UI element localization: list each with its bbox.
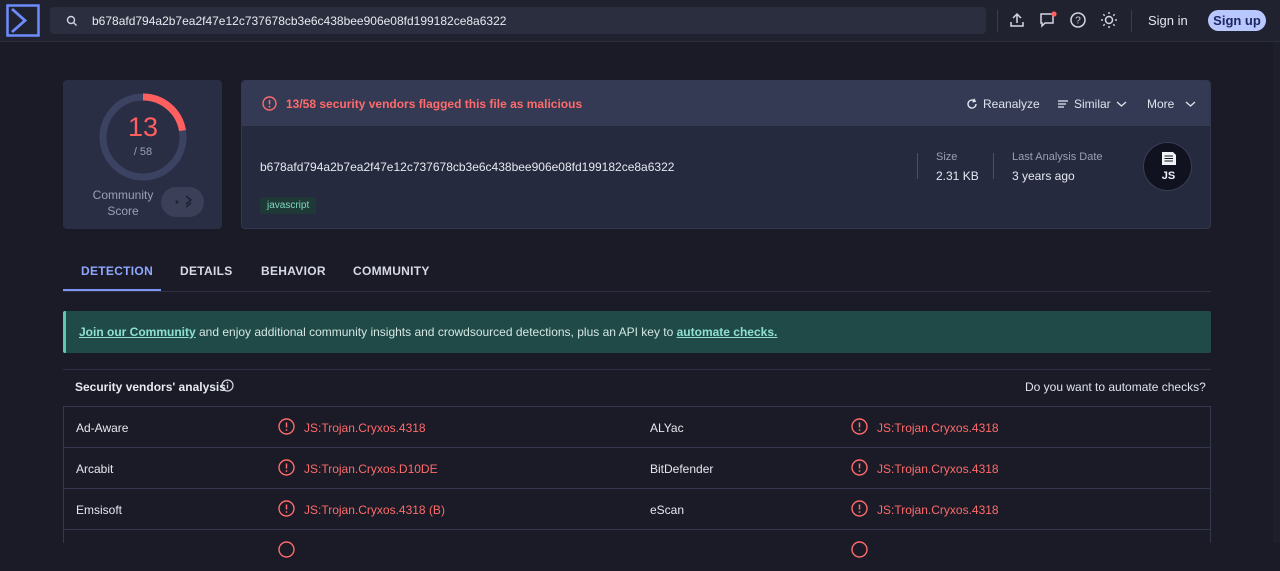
- more-label: More: [1147, 97, 1175, 111]
- js-file-icon: JS: [1143, 142, 1192, 191]
- vendor-name: eScan: [650, 503, 685, 517]
- detection-score-card: 13 / 58 Community Score: [63, 80, 222, 229]
- warning-icon: [851, 418, 868, 435]
- vendor-total: / 58: [133, 146, 153, 158]
- file-summary-card: 13/58 security vendors flagged this file…: [241, 80, 1211, 229]
- warning-icon: [851, 459, 868, 476]
- vendor-name: ALYac: [650, 421, 684, 435]
- upload-icon[interactable]: [1008, 11, 1026, 29]
- table-row: Arcabit JS:Trojan.Cryxos.D10DE BitDefend…: [64, 448, 1210, 489]
- detection-count: 13: [127, 112, 159, 142]
- meta-divider: [993, 153, 994, 179]
- community-banner: Join our Community and enjoy additional …: [63, 311, 1211, 353]
- alert-message: 13/58 security vendors flagged this file…: [286, 97, 583, 111]
- meta-divider: [917, 153, 918, 179]
- vendor-result: JS:Trojan.Cryxos.4318: [877, 503, 999, 517]
- banner-text: Join our Community and enjoy additional …: [79, 325, 777, 339]
- vendor-result: JS:Trojan.Cryxos.4318: [304, 421, 426, 435]
- vendors-section-title: Security vendors' analysis: [75, 380, 226, 394]
- banner-message: and enjoy additional community insights …: [195, 325, 677, 339]
- vendor-name: Emsisoft: [76, 503, 123, 517]
- warning-icon: [278, 500, 295, 517]
- warning-icon: [278, 459, 295, 476]
- theme-icon[interactable]: [1100, 11, 1118, 29]
- warning-icon: [851, 541, 868, 558]
- table-row: Ad-Aware JS:Trojan.Cryxos.4318 ALYac JS:…: [64, 407, 1210, 448]
- page-scrollbar[interactable]: [1273, 42, 1280, 543]
- size-value: 2.31 KB: [936, 169, 979, 183]
- vendor-result: JS:Trojan.Cryxos.4318 (B): [304, 503, 445, 517]
- vendors-table: Ad-Aware JS:Trojan.Cryxos.4318 ALYac JS:…: [63, 406, 1211, 558]
- file-type-badge: JS: [1162, 170, 1175, 182]
- warning-icon: [851, 500, 868, 517]
- size-label: Size: [936, 151, 958, 163]
- file-tag[interactable]: javascript: [260, 197, 317, 214]
- vendor-result: JS:Trojan.Cryxos.4318: [877, 421, 999, 435]
- top-bar: ? Sign in Sign up: [0, 0, 1280, 42]
- similar-dropdown[interactable]: Similar: [1057, 97, 1127, 111]
- toolbar-divider: [1131, 10, 1132, 32]
- similar-icon: [1058, 100, 1068, 108]
- sign-in-link[interactable]: Sign in: [1148, 13, 1188, 28]
- search-input[interactable]: [92, 13, 972, 28]
- reanalyze-button[interactable]: Reanalyze: [966, 97, 1040, 111]
- help-icon[interactable]: ?: [1069, 11, 1087, 29]
- chat-icon[interactable]: [1039, 11, 1057, 29]
- automate-checks-link[interactable]: automate checks.: [677, 325, 778, 339]
- join-community-link[interactable]: Join our Community: [79, 325, 196, 339]
- chevron-down-icon: [1116, 101, 1127, 107]
- vendor-name: BitDefender: [650, 462, 714, 476]
- chevron-down-icon: [1185, 101, 1196, 107]
- file-hash[interactable]: b678afd794a2b7ea2f47e12c737678cb3e6c438b…: [260, 160, 674, 174]
- analysis-date-label: Last Analysis Date: [1012, 151, 1103, 163]
- section-divider: [63, 369, 1211, 370]
- automate-checks-prompt[interactable]: Do you want to automate checks?: [1025, 380, 1206, 394]
- malicious-alert-bar: 13/58 security vendors flagged this file…: [242, 81, 1210, 126]
- alert-icon: [262, 96, 277, 111]
- search-icon: [66, 15, 77, 26]
- sign-up-button[interactable]: Sign up: [1208, 10, 1266, 31]
- analysis-date-value: 3 years ago: [1012, 169, 1075, 183]
- table-row: [64, 530, 1210, 571]
- vendor-result: JS:Trojan.Cryxos.D10DE: [304, 462, 438, 476]
- table-row: Emsisoft JS:Trojan.Cryxos.4318 (B) eScan…: [64, 489, 1210, 530]
- warning-icon: [278, 418, 295, 435]
- vendor-name: Ad-Aware: [76, 421, 129, 435]
- active-tab-indicator: [63, 289, 161, 291]
- search-bar[interactable]: [50, 7, 986, 34]
- similar-label: Similar: [1074, 97, 1111, 111]
- tab-behavior[interactable]: BEHAVIOR: [261, 264, 326, 278]
- tab-divider: [63, 291, 1211, 292]
- warning-icon: [278, 541, 295, 558]
- community-vote-toggle[interactable]: [161, 187, 204, 217]
- tab-detection[interactable]: DETECTION: [81, 264, 153, 278]
- vendor-result: JS:Trojan.Cryxos.4318: [877, 462, 999, 476]
- tab-community[interactable]: COMMUNITY: [353, 264, 430, 278]
- logo-icon[interactable]: [6, 4, 40, 37]
- toolbar-divider: [997, 10, 998, 32]
- refresh-icon: [967, 98, 977, 109]
- svg-text:?: ?: [1075, 16, 1081, 27]
- tab-details[interactable]: DETAILS: [180, 264, 233, 278]
- more-dropdown[interactable]: More: [1147, 97, 1196, 111]
- reanalyze-label: Reanalyze: [983, 97, 1040, 111]
- info-icon[interactable]: [221, 379, 234, 392]
- community-score-label: Community Score: [92, 188, 154, 218]
- vendor-name: Arcabit: [76, 462, 114, 476]
